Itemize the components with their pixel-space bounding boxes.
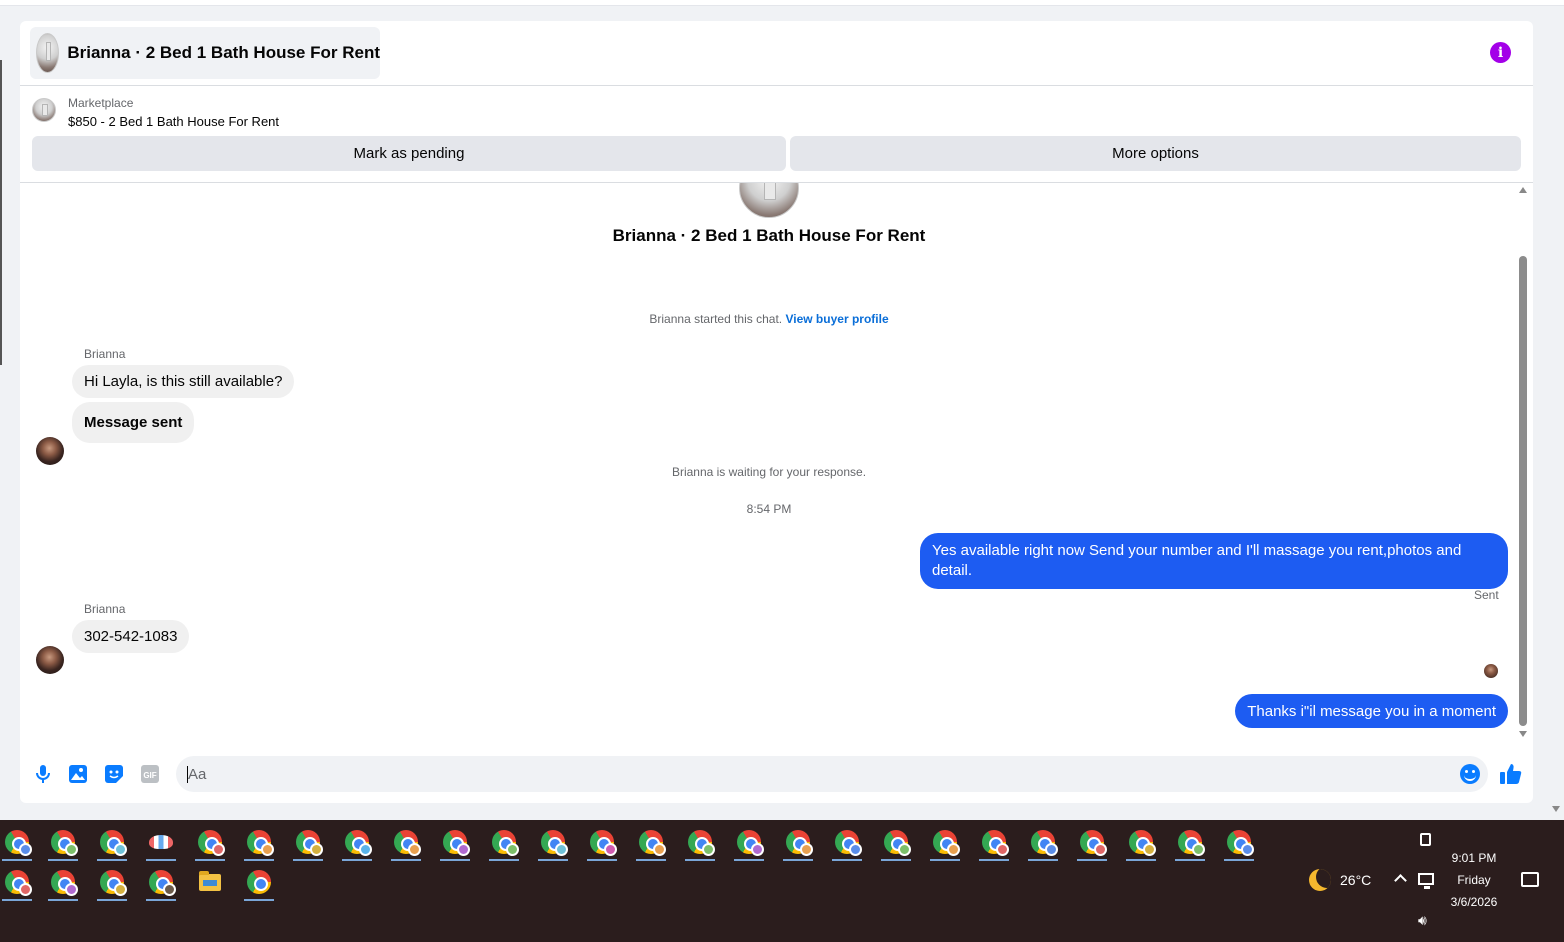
listing-price-title[interactable]: $850 - 2 Bed 1 Bath House For Rent	[68, 114, 279, 129]
gif-icon[interactable]: GIF	[140, 764, 160, 784]
scrollbar-thumb[interactable]	[1519, 256, 1527, 726]
view-buyer-profile-link[interactable]: View buyer profile	[785, 312, 888, 326]
outgoing-message[interactable]: Yes available right now Send your number…	[920, 533, 1508, 589]
chrome-profile-icon[interactable]	[389, 825, 423, 861]
marketplace-thumbnail	[32, 98, 56, 122]
mark-as-pending-button[interactable]: Mark as pending	[32, 136, 786, 171]
chrome-profile-icon[interactable]	[95, 865, 129, 901]
chrome-profile-icon[interactable]	[95, 825, 129, 861]
text-caret	[187, 766, 188, 783]
chrome-profile-icon[interactable]	[732, 825, 766, 861]
message-composer[interactable]	[176, 756, 1488, 792]
listing-avatar	[36, 33, 60, 73]
marketplace-label: Marketplace	[68, 96, 134, 110]
incoming-message[interactable]: 302-542-1083	[72, 620, 190, 653]
chrome-profile-icon[interactable]	[291, 825, 325, 861]
chrome-profile-icon[interactable]	[536, 825, 570, 861]
thread-avatar	[739, 183, 799, 218]
thumbs-up-icon[interactable]	[1500, 763, 1522, 785]
chrome-profile-icon[interactable]	[0, 865, 34, 901]
chrome-profile-icon[interactable]	[438, 825, 472, 861]
chrome-profile-icon[interactable]	[46, 865, 80, 901]
message-input[interactable]	[188, 756, 1438, 792]
top-strip	[0, 0, 1564, 6]
chrome-profile-icon[interactable]	[879, 825, 913, 861]
chrome-profile-icon[interactable]	[781, 825, 815, 861]
buyer-avatar[interactable]	[36, 437, 64, 465]
incoming-message[interactable]: Hi Layla, is this still available?	[72, 365, 295, 398]
scroll-up-arrow[interactable]	[1519, 187, 1527, 193]
left-edge-bar	[0, 60, 2, 365]
weather-moon-icon[interactable]	[1309, 869, 1331, 891]
conversation-title-chip[interactable]: Brianna · 2 Bed 1 Bath House For Rent	[30, 27, 380, 79]
message-thread: Brianna · 2 Bed 1 Bath House For Rent Br…	[20, 183, 1515, 753]
scroll-down-arrow[interactable]	[1519, 731, 1527, 737]
chat-panel: Brianna · 2 Bed 1 Bath House For Rent i …	[20, 21, 1533, 803]
chrome-profile-icon[interactable]	[1075, 825, 1109, 861]
message-timestamp: 8:54 PM	[746, 502, 792, 516]
chrome-profile-icon[interactable]	[585, 825, 619, 861]
chrome-profile-icon[interactable]	[46, 825, 80, 861]
buyer-avatar[interactable]	[36, 646, 64, 674]
chrome-profile-icon[interactable]	[193, 825, 227, 861]
meet-now-icon[interactable]	[1420, 833, 1431, 846]
candy-app-icon[interactable]	[144, 825, 178, 861]
microphone-icon[interactable]	[33, 764, 53, 784]
seen-indicator-avatar	[1484, 664, 1498, 678]
incoming-message[interactable]: Message sent	[72, 402, 195, 443]
chrome-profile-icon[interactable]	[928, 825, 962, 861]
chrome-profile-icon[interactable]	[487, 825, 521, 861]
sticker-icon[interactable]	[104, 764, 124, 784]
clock-date[interactable]: 3/6/2026	[1444, 895, 1504, 909]
file-explorer-icon[interactable]	[193, 865, 227, 899]
waiting-notice: Brianna is waiting for your response.	[671, 465, 867, 479]
weather-temperature[interactable]: 26°C	[1340, 872, 1371, 888]
clock-day[interactable]: Friday	[1450, 873, 1498, 887]
photo-icon[interactable]	[68, 764, 88, 784]
chrome-profile-icon[interactable]	[1173, 825, 1207, 861]
chrome-profile-icon[interactable]	[340, 825, 374, 861]
chrome-profile-icon[interactable]	[1222, 825, 1256, 861]
chrome-profile-icon[interactable]	[1026, 825, 1060, 861]
chrome-profile-icon[interactable]	[634, 825, 668, 861]
emoji-icon[interactable]	[1460, 764, 1480, 784]
chrome-profile-icon[interactable]	[0, 825, 34, 861]
volume-icon[interactable]: 🔊︎	[1418, 912, 1427, 929]
outgoing-message[interactable]: Thanks i"il message you in a moment	[1235, 694, 1508, 728]
network-icon[interactable]	[1418, 873, 1434, 889]
info-icon[interactable]: i	[1490, 42, 1511, 63]
more-options-button[interactable]: More options	[790, 136, 1521, 171]
sender-name: Brianna	[84, 347, 126, 361]
chrome-profile-icon[interactable]	[242, 825, 276, 861]
notifications-icon[interactable]	[1521, 872, 1539, 887]
chrome-icon[interactable]	[242, 865, 276, 901]
message-status: Sent	[1474, 588, 1499, 602]
chrome-profile-icon[interactable]	[1124, 825, 1158, 861]
conversation-title: Brianna · 2 Bed 1 Bath House For Rent	[67, 43, 380, 62]
chat-started-notice: Brianna started this chat. View buyer pr…	[20, 312, 1515, 326]
chat-started-text: Brianna started this chat.	[649, 312, 783, 326]
chrome-profile-icon[interactable]	[830, 825, 864, 861]
chrome-profile-icon[interactable]	[977, 825, 1011, 861]
svg-text:GIF: GIF	[143, 771, 156, 780]
thread-title: Brianna · 2 Bed 1 Bath House For Rent	[612, 226, 926, 245]
clock-time[interactable]: 9:01 PM	[1450, 851, 1498, 865]
page-scroll-down-arrow[interactable]	[1552, 806, 1560, 812]
chrome-profile-icon[interactable]	[683, 825, 717, 861]
sender-name: Brianna	[84, 602, 126, 616]
conversation-header: Brianna · 2 Bed 1 Bath House For Rent i	[20, 21, 1533, 86]
chrome-profile-icon[interactable]	[144, 865, 178, 901]
